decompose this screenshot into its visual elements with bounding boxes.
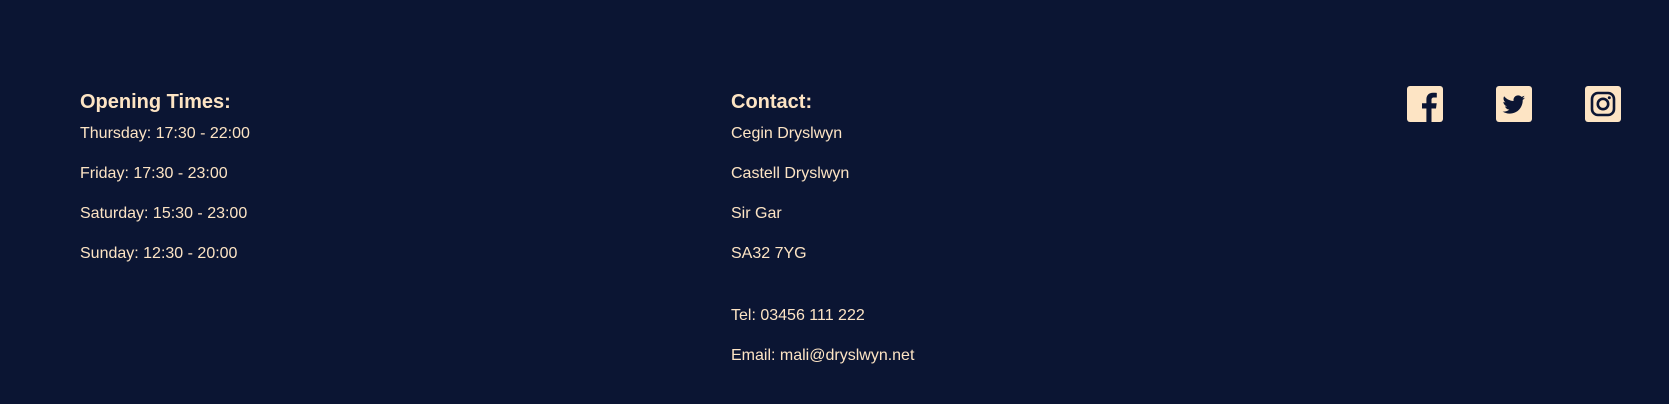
opening-time-sunday: Sunday: 12:30 - 20:00 bbox=[80, 245, 238, 262]
opening-time-saturday: Saturday: 15:30 - 23:00 bbox=[80, 205, 248, 222]
opening-times-heading: Opening Times: bbox=[80, 91, 231, 113]
opening-time-thursday: Thursday: 17:30 - 22:00 bbox=[80, 125, 250, 142]
address-line-postcode: SA32 7YG bbox=[731, 245, 807, 262]
facebook-icon bbox=[1407, 86, 1443, 122]
contact-spacer bbox=[731, 284, 914, 306]
site-footer: Opening Times: Thursday: 17:30 - 22:00 F… bbox=[0, 0, 1669, 404]
address-line-county: Sir Gar bbox=[731, 205, 782, 222]
address-line-name: Cegin Dryslwyn bbox=[731, 125, 843, 142]
contact-telephone[interactable]: Tel: 03456 111 222 bbox=[731, 306, 914, 326]
instagram-icon bbox=[1585, 86, 1621, 122]
social-links bbox=[1407, 86, 1621, 122]
contact-section: Contact: Cegin Dryslwyn Castell Dryslwyn… bbox=[731, 90, 914, 386]
opening-times-section: Opening Times: Thursday: 17:30 - 22:00 F… bbox=[80, 90, 250, 284]
contact-heading: Contact: bbox=[731, 91, 813, 113]
twitter-link[interactable] bbox=[1496, 86, 1532, 122]
contact-email[interactable]: Email: mali@dryslwyn.net bbox=[731, 346, 914, 366]
facebook-link[interactable] bbox=[1407, 86, 1443, 122]
instagram-link[interactable] bbox=[1585, 86, 1621, 122]
twitter-icon bbox=[1496, 86, 1532, 122]
opening-time-friday: Friday: 17:30 - 23:00 bbox=[80, 165, 228, 182]
address-line-castle: Castell Dryslwyn bbox=[731, 165, 850, 182]
